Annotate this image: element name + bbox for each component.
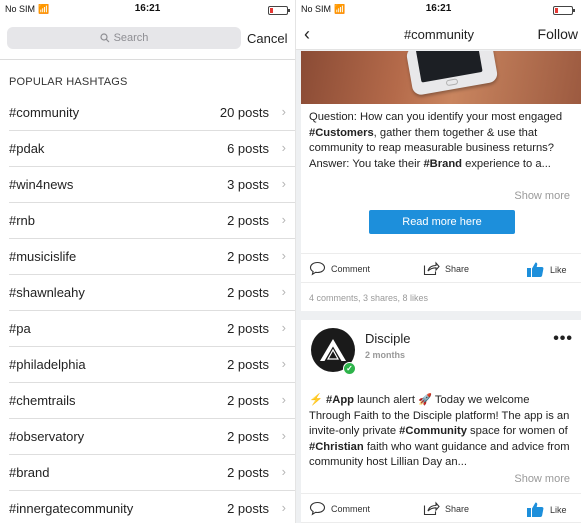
battery-icon	[268, 6, 290, 15]
hashtag-row[interactable]: #rnb 2 posts ›	[9, 203, 295, 239]
thumbs-up-icon	[527, 502, 544, 517]
status-bar: No SIM 📶 16:21	[296, 0, 581, 22]
post-body: Question: How can you identify your most…	[309, 111, 563, 170]
clock: 16:21	[425, 3, 452, 14]
post-actions: Comment Share Like	[301, 253, 581, 283]
hashtag-label: #shawnleahy	[9, 285, 85, 300]
post-count: 2 posts	[227, 357, 269, 372]
hashtag-label: #philadelphia	[9, 357, 86, 372]
hashtag-row[interactable]: #innergatecommunity 2 posts ›	[9, 491, 295, 523]
hashtag-label: #observatory	[9, 429, 85, 444]
search-icon	[99, 33, 109, 43]
chevron-right-icon: ›	[281, 140, 286, 155]
hashtag-row[interactable]: #brand 2 posts ›	[9, 455, 295, 491]
clock: 16:21	[134, 3, 161, 14]
hashtag-row[interactable]: #shawnleahy 2 posts ›	[9, 275, 295, 311]
hashtag-label: #pdak	[9, 141, 45, 156]
share-icon	[423, 501, 440, 516]
show-more-link[interactable]: Show more	[514, 473, 570, 485]
hashtag-row[interactable]: #community 20 posts ›	[9, 95, 295, 131]
verified-badge-icon: ✓	[343, 362, 356, 375]
post-count: 2 posts	[227, 249, 269, 264]
chevron-right-icon: ›	[281, 176, 286, 191]
smartphone-illustration	[405, 51, 499, 97]
hashtag-label: #rnb	[9, 213, 36, 228]
post-image[interactable]	[301, 51, 581, 104]
chevron-right-icon: ›	[281, 212, 286, 227]
post-count: 2 posts	[227, 501, 269, 516]
thumbs-up-icon	[527, 262, 544, 277]
chevron-right-icon: ›	[281, 500, 286, 515]
chevron-right-icon: ›	[281, 464, 286, 479]
battery-icon	[553, 6, 575, 15]
hashtag-label: #win4news	[9, 177, 74, 192]
comment-button[interactable]: Comment	[309, 261, 370, 276]
share-button[interactable]: Share	[423, 261, 469, 276]
search-placeholder: Search	[113, 32, 149, 44]
comment-icon	[309, 501, 326, 516]
hashtag-row[interactable]: #observatory 2 posts ›	[9, 419, 295, 455]
cancel-button[interactable]: Cancel	[247, 31, 287, 46]
section-title: POPULAR HASHTAGS	[9, 76, 128, 88]
hashtag-search-screen: No SIM 📶 16:21 Search Cancel POPULAR HASH…	[0, 0, 295, 523]
comment-button[interactable]: Comment	[309, 501, 370, 516]
post-count: 20 posts	[219, 105, 269, 120]
like-button[interactable]: Like	[526, 261, 567, 278]
hashtag-label: #innergatecommunity	[9, 501, 134, 516]
read-more-button[interactable]: Read more here	[369, 210, 515, 234]
share-button[interactable]: Share	[423, 501, 469, 516]
chevron-right-icon: ›	[281, 104, 286, 119]
share-icon	[423, 261, 440, 276]
chevron-right-icon: ›	[281, 320, 286, 335]
post-count: 2 posts	[227, 213, 269, 228]
post-count: 2 posts	[227, 465, 269, 480]
author-name[interactable]: Disciple	[365, 331, 411, 346]
hashtag-row[interactable]: #musicislife 2 posts ›	[9, 239, 295, 275]
divider	[0, 59, 295, 60]
show-more-link[interactable]: Show more	[514, 190, 570, 202]
post-count: 2 posts	[227, 321, 269, 336]
post-card: ✓ Disciple 2 months ••• ⚡ #App launch al…	[301, 320, 581, 523]
post-count: 3 posts	[227, 177, 269, 192]
nav-bar: ‹ #community Follow	[296, 22, 581, 50]
hashtag-row[interactable]: #philadelphia 2 posts ›	[9, 347, 295, 383]
hashtag-label: #pa	[9, 321, 31, 336]
hashtag-row[interactable]: #pdak 6 posts ›	[9, 131, 295, 167]
chevron-right-icon: ›	[281, 284, 286, 299]
chevron-right-icon: ›	[281, 356, 286, 371]
post-body: ⚡ #App launch alert 🚀 Today we welcome T…	[309, 394, 570, 468]
post-count: 2 posts	[227, 285, 269, 300]
status-bar: No SIM 📶 16:21	[0, 0, 295, 22]
post-card: Question: How can you identify your most…	[301, 51, 581, 311]
post-count: 6 posts	[227, 141, 269, 156]
like-button[interactable]: Like	[526, 501, 567, 518]
post-timestamp: 2 months	[365, 350, 406, 360]
post-count: 2 posts	[227, 393, 269, 408]
chevron-right-icon: ›	[281, 392, 286, 407]
follow-button[interactable]: Follow	[538, 26, 578, 42]
hashtag-row[interactable]: #chemtrails 2 posts ›	[9, 383, 295, 419]
hashtag-label: #brand	[9, 465, 50, 480]
community-feed-screen: No SIM 📶 16:21 ‹ #community Follow Questi…	[295, 0, 581, 523]
comment-icon	[309, 261, 326, 276]
hashtag-list: #community 20 posts › #pdak 6 posts › #win4new…	[0, 95, 295, 523]
post-count: 2 posts	[227, 429, 269, 444]
hashtag-row[interactable]: #win4news 3 posts ›	[9, 167, 295, 203]
hashtag-label: #chemtrails	[9, 393, 76, 408]
hashtag-label: #community	[9, 105, 80, 120]
chevron-right-icon: ›	[281, 428, 286, 443]
more-options-icon[interactable]: •••	[553, 330, 573, 348]
chevron-right-icon: ›	[281, 248, 286, 263]
search-row: Search Cancel	[0, 27, 295, 51]
post-stats[interactable]: 4 comments, 3 shares, 8 likes	[309, 293, 428, 303]
hashtag-row[interactable]: #pa 2 posts ›	[9, 311, 295, 347]
search-input[interactable]: Search	[7, 27, 241, 49]
post-actions: Comment Share Like	[301, 493, 581, 523]
hashtag-label: #musicislife	[9, 249, 77, 264]
